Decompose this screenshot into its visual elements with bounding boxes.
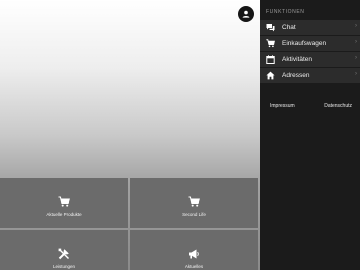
cart-icon	[266, 39, 275, 48]
user-account-button[interactable]	[238, 6, 254, 22]
datenschutz-link[interactable]: Datenschutz	[324, 103, 352, 109]
sidebar-menu: Chat › Einkaufswagen › Aktivitäten › Adr…	[260, 20, 360, 84]
chevron-right-icon: ›	[355, 71, 357, 77]
sidebar-footer-links: Impressum Datenschutz	[270, 103, 352, 109]
chevron-right-icon: ›	[355, 39, 357, 45]
cart-icon	[58, 196, 70, 207]
chevron-right-icon: ›	[355, 23, 357, 29]
tile-label: Leistungen	[52, 264, 76, 269]
sidebar-item-einkaufswagen[interactable]: Einkaufswagen ›	[260, 36, 360, 51]
cart-icon	[188, 196, 200, 207]
calendar-icon	[266, 55, 275, 64]
sidebar-item-label: Adressen	[282, 72, 310, 79]
megaphone-icon	[189, 249, 199, 259]
tools-icon	[58, 248, 69, 260]
sidebar-item-aktivitaeten[interactable]: Aktivitäten ›	[260, 52, 360, 67]
tile-label: Aktuelles	[184, 264, 204, 269]
home-icon	[266, 71, 275, 80]
tile-aktuelle-produkte[interactable]: Aktuelle Produkte	[0, 178, 128, 228]
sidebar: FUNKTIONEN Chat › Einkaufswagen › Aktivi…	[260, 0, 360, 270]
sidebar-item-adressen[interactable]: Adressen ›	[260, 68, 360, 83]
tile-label: Aktuelle Produkte	[46, 212, 82, 217]
user-icon	[242, 10, 250, 18]
chevron-right-icon: ›	[355, 55, 357, 61]
tile-aktuelles[interactable]: Aktuelles	[130, 230, 258, 270]
tile-label: Second Life	[182, 212, 206, 217]
main-content: Aktuelle Produkte Second Life Leistungen…	[0, 0, 260, 270]
sidebar-header: FUNKTIONEN	[266, 9, 305, 15]
sidebar-item-label: Chat	[282, 24, 296, 31]
sidebar-item-chat[interactable]: Chat ›	[260, 20, 360, 35]
tile-leistungen[interactable]: Leistungen	[0, 230, 128, 270]
chat-icon	[266, 23, 275, 32]
impressum-link[interactable]: Impressum	[270, 103, 295, 109]
tile-second-life[interactable]: Second Life	[130, 178, 258, 228]
sidebar-item-label: Aktivitäten	[282, 56, 312, 63]
sidebar-item-label: Einkaufswagen	[282, 40, 327, 47]
